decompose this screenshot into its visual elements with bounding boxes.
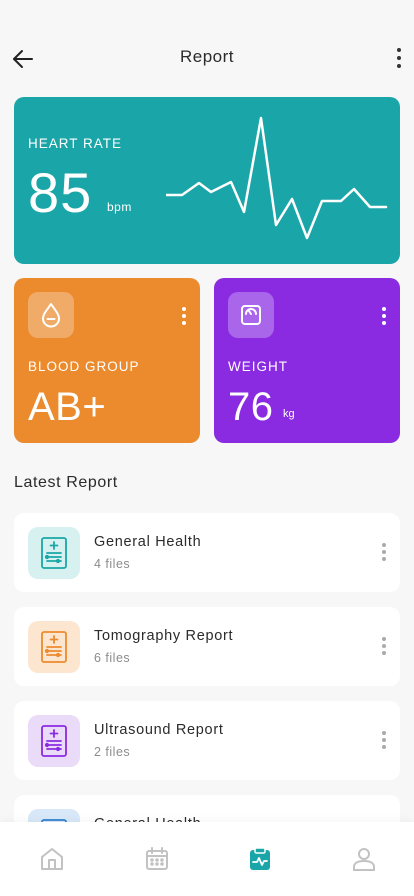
heart-rate-value: 85 — [28, 161, 93, 224]
page-title: Report — [179, 47, 235, 66]
calendar-icon — [146, 847, 168, 870]
blood-group-value: AB+ — [28, 385, 107, 429]
clipboard-report-icon — [41, 725, 67, 757]
nav-home[interactable] — [37, 844, 67, 874]
blood-group-card[interactable]: BLOOD GROUP AB+ — [14, 278, 200, 443]
report-item-general-health[interactable]: General Health 4 files — [14, 513, 400, 592]
heart-rate-card[interactable]: HEART RATE 85 bpm — [14, 97, 400, 264]
bottom-navigation — [0, 822, 414, 896]
report-menu-button[interactable] — [380, 543, 388, 561]
report-name: General Health — [94, 534, 202, 550]
weight-unit: kg — [283, 408, 295, 420]
heartbeat-graph — [166, 116, 388, 240]
clipboard-report-icon — [41, 537, 67, 569]
weight-value: 76 — [228, 385, 274, 429]
report-item-tomography[interactable]: Tomography Report 6 files — [14, 607, 400, 686]
report-icon-box — [28, 527, 80, 579]
activity-clipboard-icon — [250, 847, 270, 870]
blood-group-label: BLOOD GROUP — [28, 359, 140, 374]
clipboard-report-icon — [41, 631, 67, 663]
latest-report-title: Latest Report — [14, 474, 118, 491]
scale-icon-box — [228, 292, 274, 338]
report-name: Ultrasound Report — [94, 722, 224, 738]
nav-calendar[interactable] — [142, 844, 172, 874]
report-menu-button[interactable] — [380, 731, 388, 749]
scale-icon — [241, 305, 261, 325]
heart-rate-label: HEART RATE — [28, 136, 123, 151]
more-options-button[interactable] — [392, 45, 406, 71]
report-icon-box — [28, 715, 80, 767]
nav-profile[interactable] — [349, 844, 379, 874]
report-file-count: 2 files — [94, 745, 131, 759]
home-icon — [41, 848, 63, 870]
weight-label: WEIGHT — [228, 359, 288, 374]
report-menu-button[interactable] — [380, 637, 388, 655]
report-icon-box — [28, 621, 80, 673]
more-vertical-icon — [397, 48, 401, 52]
report-name: Tomography Report — [94, 628, 234, 644]
report-file-count: 4 files — [94, 557, 131, 571]
heart-rate-unit: bpm — [107, 200, 132, 214]
nav-reports[interactable] — [245, 844, 275, 874]
blood-drop-icon-box — [28, 292, 74, 338]
report-file-count: 6 files — [94, 651, 131, 665]
user-icon — [353, 848, 375, 871]
blood-group-menu-button[interactable] — [180, 307, 188, 325]
app-header: Report — [0, 0, 414, 110]
blood-drop-icon — [42, 303, 60, 328]
report-item-ultrasound[interactable]: Ultrasound Report 2 files — [14, 701, 400, 780]
weight-card[interactable]: WEIGHT 76 kg — [214, 278, 400, 443]
weight-menu-button[interactable] — [380, 307, 388, 325]
